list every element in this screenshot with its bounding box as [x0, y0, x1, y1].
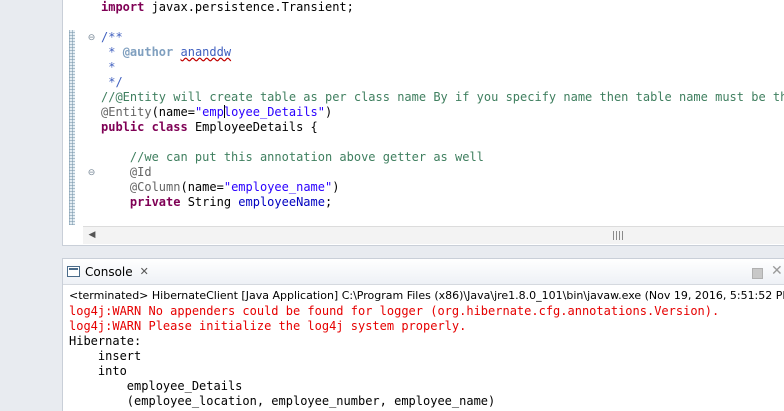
change-indicator-bar [69, 30, 75, 225]
code-text: ; [324, 195, 333, 209]
code-text: (name= [180, 180, 224, 194]
tab-console[interactable]: Console ✕ [63, 259, 157, 284]
javadoc-text: * [101, 45, 123, 59]
code-line-id-annotation[interactable]: @Id [101, 165, 152, 180]
code-text: ) [325, 105, 333, 119]
code-line-class-declaration[interactable]: public class EmployeeDetails { [101, 120, 318, 135]
code-text: (name= [151, 105, 195, 119]
console-output-line: employee_Details [69, 379, 243, 393]
code-text: ) [332, 180, 340, 194]
string-literal: loyee_Details" [223, 105, 325, 119]
code-line-javadoc-author[interactable]: * @author ananddw [101, 45, 231, 60]
console-icon [67, 266, 80, 277]
code-text: EmployeeDetails { [187, 120, 318, 134]
code-line-javadoc[interactable]: * [101, 60, 115, 75]
keyword: import [101, 0, 145, 14]
string-literal: "emp [194, 105, 224, 119]
code-line-javadoc-close[interactable]: */ [101, 75, 123, 90]
code-line-entity-annotation[interactable]: @Entity(name="employee_Details") [101, 105, 332, 120]
code-line-column-annotation[interactable]: @Column(name="employee_name") [101, 180, 340, 195]
string-literal: "employee_name" [223, 180, 333, 194]
code-line-comment[interactable]: //@Entity will create table as per class… [101, 90, 784, 105]
tab-label: Console [85, 264, 133, 279]
console-output-line: insert [69, 349, 142, 363]
code-text: String [180, 195, 239, 209]
console-output-line: log4j:WARN No appenders could be found f… [69, 304, 720, 318]
javadoc-text: * [101, 60, 116, 74]
field-name: employeeName [238, 195, 325, 209]
stop-icon[interactable] [752, 268, 763, 279]
annotation: @Column [101, 180, 181, 194]
code-line-import[interactable]: import javax.persistence.Transient; [101, 0, 354, 15]
line-comment: //we can put this annotation above gette… [101, 150, 484, 164]
console-output-line: log4j:WARN Please initialize the log4j s… [69, 319, 467, 333]
editor-ruler [63, 0, 83, 226]
console-output-line: (employee_location, employee_number, emp… [69, 394, 496, 408]
horizontal-scrollbar[interactable]: ◀ [83, 226, 784, 244]
code-editor[interactable]: ⊖ ⊖ import javax.persistence.Transient; … [62, 0, 784, 246]
javadoc-text [173, 45, 180, 59]
console-output-line: into [69, 364, 127, 378]
keyword: private [129, 195, 181, 209]
annotation: @Entity [101, 105, 152, 119]
code-line-field[interactable]: private String employeeName; [101, 195, 332, 210]
import-path: javax.persistence.Transient; [144, 0, 354, 14]
keyword: class [151, 120, 188, 134]
fold-expanded-icon[interactable]: ⊖ [87, 169, 96, 178]
keyword: public [101, 120, 145, 134]
fold-expanded-icon[interactable]: ⊖ [87, 34, 96, 43]
code-line-javadoc-open[interactable]: /** [101, 30, 123, 45]
line-comment: //@Entity will create table as per class… [101, 90, 784, 104]
javadoc-text: */ [101, 75, 123, 89]
close-tab-icon[interactable]: ✕ [140, 265, 149, 278]
process-status-line: <terminated> HibernateClient [Java Appli… [69, 289, 784, 302]
console-output-line: Hibernate: [69, 334, 142, 348]
console-view[interactable]: Console ✕ ✕ <terminated> HibernateClient… [62, 258, 784, 411]
remove-launch-icon[interactable]: ✕ [771, 263, 783, 279]
javadoc-author-name: ananddw [180, 45, 232, 59]
code-line-comment[interactable]: //we can put this annotation above gette… [101, 150, 484, 165]
javadoc-text: /** [101, 30, 123, 44]
annotation: @Id [101, 165, 152, 179]
scroll-grip-icon[interactable] [613, 231, 625, 240]
scroll-left-icon[interactable]: ◀ [85, 227, 99, 244]
console-tab-bar: Console ✕ ✕ [63, 259, 784, 285]
javadoc-tag: @author [122, 45, 174, 59]
